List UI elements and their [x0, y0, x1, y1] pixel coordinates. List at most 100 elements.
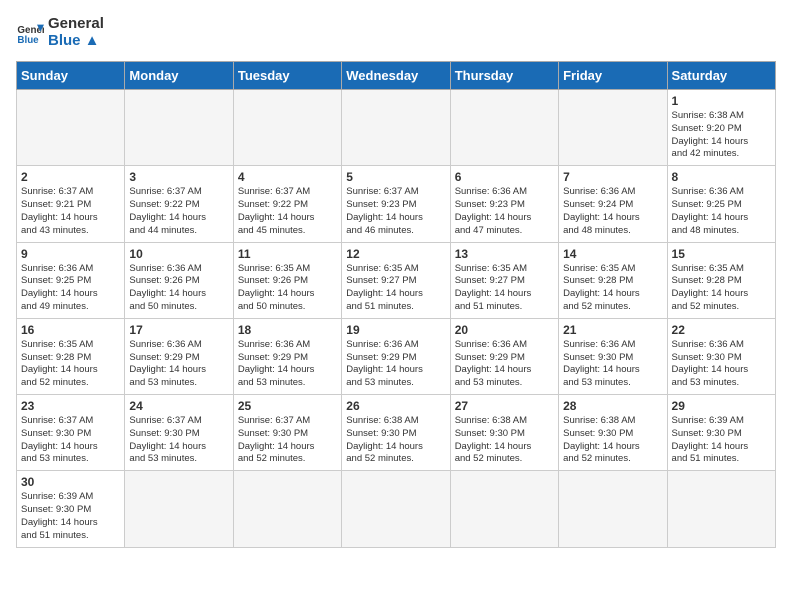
calendar-cell: 14Sunrise: 6:35 AM Sunset: 9:28 PM Dayli…: [559, 242, 667, 318]
day-number: 24: [129, 399, 228, 413]
calendar-week-row: 9Sunrise: 6:36 AM Sunset: 9:25 PM Daylig…: [17, 242, 776, 318]
calendar-cell: [342, 90, 450, 166]
day-info: Sunrise: 6:35 AM Sunset: 9:28 PM Dayligh…: [672, 263, 771, 314]
day-number: 17: [129, 323, 228, 337]
day-number: 29: [672, 399, 771, 413]
page-header: General Blue General Blue ▲: [16, 16, 776, 49]
calendar-cell: 13Sunrise: 6:35 AM Sunset: 9:27 PM Dayli…: [450, 242, 558, 318]
calendar-cell: 2 Sunrise: 6:37 AM Sunset: 9:21 PM Daylig…: [17, 166, 125, 242]
day-info: Sunrise: 6:36 AM Sunset: 9:29 PM Dayligh…: [455, 339, 554, 390]
day-info: Sunrise: 6:38 AM Sunset: 9:30 PM Dayligh…: [346, 415, 445, 466]
day-number: 4: [238, 170, 337, 184]
day-number: 19: [346, 323, 445, 337]
calendar-cell: [125, 90, 233, 166]
calendar-cell: 22 Sunrise: 6:36 AM Sunset: 9:30 PM Dayli…: [667, 318, 775, 394]
day-info: Sunrise: 6:35 AM Sunset: 9:26 PM Dayligh…: [238, 263, 337, 314]
day-info: Sunrise: 6:37 AM Sunset: 9:21 PM Dayligh…: [21, 186, 120, 237]
day-number: 15: [672, 247, 771, 261]
day-number: 14: [563, 247, 662, 261]
day-number: 23: [21, 399, 120, 413]
svg-text:Blue: Blue: [17, 34, 39, 45]
calendar-cell: 9Sunrise: 6:36 AM Sunset: 9:25 PM Daylig…: [17, 242, 125, 318]
calendar-cell: 6Sunrise: 6:36 AM Sunset: 9:23 PM Daylig…: [450, 166, 558, 242]
day-info: Sunrise: 6:39 AM Sunset: 9:30 PM Dayligh…: [21, 491, 120, 542]
day-info: Sunrise: 6:36 AM Sunset: 9:23 PM Dayligh…: [455, 186, 554, 237]
day-info: Sunrise: 6:38 AM Sunset: 9:20 PM Dayligh…: [672, 110, 771, 161]
calendar-cell: [559, 471, 667, 547]
day-info: Sunrise: 6:36 AM Sunset: 9:25 PM Dayligh…: [21, 263, 120, 314]
calendar-cell: 20Sunrise: 6:36 AM Sunset: 9:29 PM Dayli…: [450, 318, 558, 394]
calendar-cell: 18 Sunrise: 6:36 AM Sunset: 9:29 PM Dayli…: [233, 318, 341, 394]
calendar-cell: [17, 90, 125, 166]
day-info: Sunrise: 6:36 AM Sunset: 9:29 PM Dayligh…: [346, 339, 445, 390]
calendar-cell: [450, 90, 558, 166]
calendar-cell: [450, 471, 558, 547]
calendar-cell: 15 Sunrise: 6:35 AM Sunset: 9:28 PM Dayli…: [667, 242, 775, 318]
day-info: Sunrise: 6:36 AM Sunset: 9:30 PM Dayligh…: [563, 339, 662, 390]
day-number: 2: [21, 170, 120, 184]
day-info: Sunrise: 6:35 AM Sunset: 9:28 PM Dayligh…: [21, 339, 120, 390]
calendar-cell: 25 Sunrise: 6:37 AM Sunset: 9:30 PM Dayli…: [233, 395, 341, 471]
calendar-cell: 3 Sunrise: 6:37 AM Sunset: 9:22 PM Daylig…: [125, 166, 233, 242]
day-number: 3: [129, 170, 228, 184]
calendar-cell: 16Sunrise: 6:35 AM Sunset: 9:28 PM Dayli…: [17, 318, 125, 394]
day-info: Sunrise: 6:37 AM Sunset: 9:30 PM Dayligh…: [238, 415, 337, 466]
calendar-cell: 7 Sunrise: 6:36 AM Sunset: 9:24 PM Daylig…: [559, 166, 667, 242]
header-monday: Monday: [125, 62, 233, 90]
calendar-table: SundayMondayTuesdayWednesdayThursdayFrid…: [16, 61, 776, 548]
calendar-cell: 28 Sunrise: 6:38 AM Sunset: 9:30 PM Dayli…: [559, 395, 667, 471]
calendar-cell: 4 Sunrise: 6:37 AM Sunset: 9:22 PM Daylig…: [233, 166, 341, 242]
day-info: Sunrise: 6:37 AM Sunset: 9:23 PM Dayligh…: [346, 186, 445, 237]
calendar-cell: 5Sunrise: 6:37 AM Sunset: 9:23 PM Daylig…: [342, 166, 450, 242]
day-number: 21: [563, 323, 662, 337]
logo-icon: General Blue: [16, 19, 44, 47]
day-number: 25: [238, 399, 337, 413]
day-number: 7: [563, 170, 662, 184]
calendar-week-row: 16Sunrise: 6:35 AM Sunset: 9:28 PM Dayli…: [17, 318, 776, 394]
calendar-cell: [667, 471, 775, 547]
calendar-cell: [233, 471, 341, 547]
day-number: 10: [129, 247, 228, 261]
day-info: Sunrise: 6:36 AM Sunset: 9:26 PM Dayligh…: [129, 263, 228, 314]
day-info: Sunrise: 6:38 AM Sunset: 9:30 PM Dayligh…: [455, 415, 554, 466]
calendar-cell: 30Sunrise: 6:39 AM Sunset: 9:30 PM Dayli…: [17, 471, 125, 547]
calendar-week-row: 23 Sunrise: 6:37 AM Sunset: 9:30 PM Dayli…: [17, 395, 776, 471]
day-number: 22: [672, 323, 771, 337]
header-friday: Friday: [559, 62, 667, 90]
day-number: 8: [672, 170, 771, 184]
day-info: Sunrise: 6:36 AM Sunset: 9:29 PM Dayligh…: [238, 339, 337, 390]
day-number: 1: [672, 94, 771, 108]
calendar-cell: 11 Sunrise: 6:35 AM Sunset: 9:26 PM Dayli…: [233, 242, 341, 318]
day-number: 27: [455, 399, 554, 413]
calendar-cell: 17 Sunrise: 6:36 AM Sunset: 9:29 PM Dayli…: [125, 318, 233, 394]
day-info: Sunrise: 6:37 AM Sunset: 9:30 PM Dayligh…: [21, 415, 120, 466]
day-info: Sunrise: 6:36 AM Sunset: 9:29 PM Dayligh…: [129, 339, 228, 390]
calendar-cell: 23 Sunrise: 6:37 AM Sunset: 9:30 PM Dayli…: [17, 395, 125, 471]
header-thursday: Thursday: [450, 62, 558, 90]
day-info: Sunrise: 6:37 AM Sunset: 9:22 PM Dayligh…: [129, 186, 228, 237]
day-number: 12: [346, 247, 445, 261]
day-info: Sunrise: 6:36 AM Sunset: 9:30 PM Dayligh…: [672, 339, 771, 390]
calendar-cell: [125, 471, 233, 547]
calendar-cell: 21 Sunrise: 6:36 AM Sunset: 9:30 PM Dayli…: [559, 318, 667, 394]
day-info: Sunrise: 6:39 AM Sunset: 9:30 PM Dayligh…: [672, 415, 771, 466]
day-info: Sunrise: 6:38 AM Sunset: 9:30 PM Dayligh…: [563, 415, 662, 466]
day-info: Sunrise: 6:37 AM Sunset: 9:22 PM Dayligh…: [238, 186, 337, 237]
calendar-cell: 8 Sunrise: 6:36 AM Sunset: 9:25 PM Daylig…: [667, 166, 775, 242]
calendar-cell: 27 Sunrise: 6:38 AM Sunset: 9:30 PM Dayli…: [450, 395, 558, 471]
calendar-cell: 19 Sunrise: 6:36 AM Sunset: 9:29 PM Dayli…: [342, 318, 450, 394]
day-number: 11: [238, 247, 337, 261]
day-number: 26: [346, 399, 445, 413]
day-number: 28: [563, 399, 662, 413]
day-info: Sunrise: 6:35 AM Sunset: 9:27 PM Dayligh…: [455, 263, 554, 314]
calendar-cell: 26 Sunrise: 6:38 AM Sunset: 9:30 PM Dayli…: [342, 395, 450, 471]
day-number: 18: [238, 323, 337, 337]
day-info: Sunrise: 6:36 AM Sunset: 9:25 PM Dayligh…: [672, 186, 771, 237]
logo: General Blue General Blue ▲: [16, 16, 104, 49]
header-tuesday: Tuesday: [233, 62, 341, 90]
header-wednesday: Wednesday: [342, 62, 450, 90]
day-info: Sunrise: 6:36 AM Sunset: 9:24 PM Dayligh…: [563, 186, 662, 237]
calendar-week-row: 2 Sunrise: 6:37 AM Sunset: 9:21 PM Daylig…: [17, 166, 776, 242]
calendar-cell: 1 Sunrise: 6:38 AM Sunset: 9:20 PM Daylig…: [667, 90, 775, 166]
calendar-week-row: 1 Sunrise: 6:38 AM Sunset: 9:20 PM Daylig…: [17, 90, 776, 166]
